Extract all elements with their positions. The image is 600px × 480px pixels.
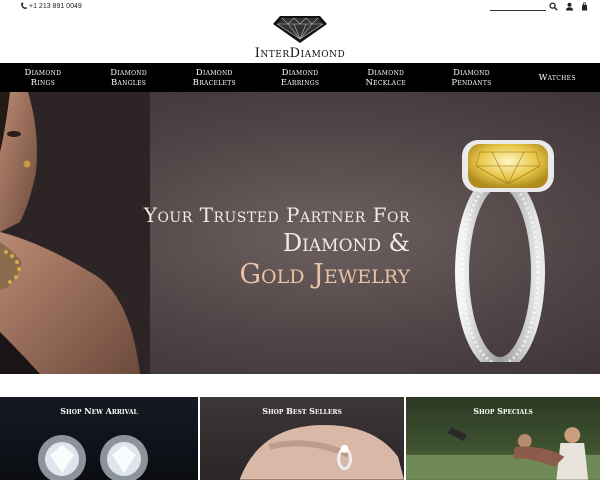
hero-line-3: Gold Jewelry [239,259,410,290]
hero-line-1: Your Trusted Partner For [143,203,410,227]
nav-label: Watches [538,72,576,83]
nav-item-diamond-necklace[interactable]: Diamond Necklace [343,63,429,92]
category-new-arrival[interactable]: Shop New Arrival [0,397,198,480]
nav-label: Diamond Bangles [110,67,147,88]
cart-icon[interactable] [580,2,589,11]
nav-item-diamond-rings[interactable]: Diamond Rings [0,63,86,92]
hero-banner[interactable]: Your Trusted Partner For Diamond & Gold … [0,92,600,374]
hero-headline: Your Trusted Partner For Diamond & Gold … [130,202,410,292]
search-icon[interactable] [549,2,558,11]
phone-contact[interactable]: +1 213 891 0049 [20,2,82,10]
category-title: Shop New Arrival [60,406,138,416]
model-image [0,92,150,374]
logo-wordmark: InterDiamond [254,46,346,61]
category-title: Shop Specials [473,406,533,416]
nav-item-diamond-earrings[interactable]: Diamond Earrings [257,63,343,92]
phone-number[interactable]: +1 213 891 0049 [29,3,82,10]
category-tiles: Shop New Arrival Shop Best Sellers Shop … [0,397,600,480]
category-title: Shop Best Sellers [262,406,342,416]
category-best-sellers[interactable]: Shop Best Sellers [198,397,404,480]
user-icon[interactable] [565,2,574,11]
search-box[interactable] [490,2,546,11]
diamond-logo-icon [273,16,327,43]
nav-label: Diamond Rings [24,67,62,88]
phone-icon [21,2,27,10]
category-specials[interactable]: Shop Specials [404,397,600,480]
nav-label: Diamond Earrings [280,67,320,88]
nav-item-diamond-pendants[interactable]: Diamond Pendants [429,63,515,92]
nav-label: Diamond Bracelets [192,67,236,88]
ring-image [455,140,554,362]
nav-item-diamond-bangles[interactable]: Diamond Bangles [86,63,172,92]
nav-item-watches[interactable]: Watches [514,63,600,92]
nav-item-diamond-bracelets[interactable]: Diamond Bracelets [171,63,257,92]
hero-line-2: Diamond & [282,229,410,257]
nav-label: Diamond Necklace [365,67,407,88]
nav-label: Diamond Pendants [451,67,492,88]
search-input[interactable] [490,2,546,11]
site-logo[interactable]: InterDiamond [240,12,360,65]
main-nav: Diamond Rings Diamond Bangles Diamond Br… [0,63,600,92]
